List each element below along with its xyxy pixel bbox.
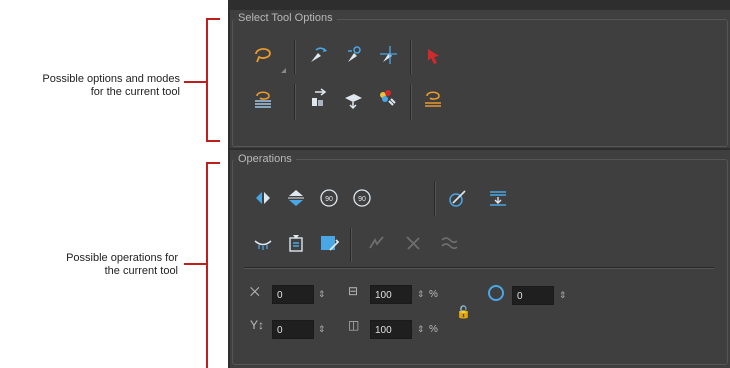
select-tool-options-frame: [232, 19, 728, 147]
select-tool-options-title: Select Tool Options: [234, 12, 337, 24]
select-flip-icon[interactable]: [340, 86, 366, 112]
options-callout: Possible options and modes for the curre…: [42, 73, 180, 98]
tool-separator: [294, 84, 296, 120]
operations-fields-separator: [244, 267, 714, 269]
lasso-submenu-indicator[interactable]: [281, 68, 286, 73]
lasso-icon[interactable]: [250, 42, 276, 68]
merge-lines-icon[interactable]: [364, 230, 390, 256]
flip-horizontal-icon[interactable]: [250, 185, 276, 211]
svg-text:90: 90: [358, 196, 366, 203]
create-empty-drawing-icon[interactable]: [250, 230, 276, 256]
svg-text:90: 90: [325, 196, 333, 203]
height-spinner[interactable]: ⇕: [417, 324, 425, 335]
cut-lines-icon[interactable]: [400, 230, 426, 256]
height-field[interactable]: 100: [370, 320, 412, 339]
operations-callout-bracket-top: [206, 162, 220, 164]
y-position-spinner[interactable]: ⇕: [318, 324, 326, 335]
width-spinner[interactable]: ⇕: [417, 289, 425, 300]
select-tool-options-group: Select Tool Options: [230, 10, 730, 148]
width-field[interactable]: 100: [370, 285, 412, 304]
angle-icon: [488, 285, 504, 301]
options-callout-leader: [184, 81, 206, 83]
options-callout-bracket-top: [206, 18, 220, 20]
flip-vertical-icon[interactable]: [283, 185, 309, 211]
lasso-lines-icon[interactable]: [420, 86, 446, 112]
select-scale-icon[interactable]: [375, 42, 401, 68]
fill-selection-icon[interactable]: [316, 230, 342, 256]
y-position-field[interactable]: 0: [272, 320, 314, 339]
height-icon: ◫: [348, 318, 360, 332]
width-icon: ⊟: [348, 284, 359, 298]
lock-ratio-icon[interactable]: 🔓: [456, 305, 471, 319]
rotate-90-ccw-icon[interactable]: 90: [349, 185, 375, 211]
rotate-90-cw-icon[interactable]: 90: [316, 185, 342, 211]
lasso-layers-icon[interactable]: [250, 86, 276, 112]
operations-title: Operations: [234, 153, 296, 165]
select-rotate-icon[interactable]: [340, 42, 366, 68]
operations-group: Operations 90 90 ⨉ 0 ⇕ ⊟ 100 ⇕ % 🔓 0 ⇕ Y…: [230, 150, 730, 368]
x-position-field[interactable]: 0: [272, 285, 314, 304]
tool-separator: [410, 84, 412, 120]
options-callout-bracket-vertical: [206, 18, 208, 142]
tool-separator: [434, 182, 436, 216]
select-skew-icon[interactable]: [420, 42, 446, 68]
operations-callout-leader: [184, 263, 206, 265]
smooth-lines-icon[interactable]: [436, 230, 462, 256]
select-by-color-icon[interactable]: [305, 86, 331, 112]
y-position-icon: Y↕: [250, 318, 265, 332]
x-position-icon: ⨉: [250, 285, 260, 299]
tool-separator: [410, 40, 412, 74]
operations-callout-bracket-vertical: [206, 162, 208, 368]
flatten-icon[interactable]: [485, 185, 511, 211]
select-transform-icon[interactable]: [305, 42, 331, 68]
tool-separator: [294, 40, 296, 74]
angle-field[interactable]: 0: [512, 286, 554, 305]
width-unit: %: [429, 289, 438, 300]
pick-color-icon[interactable]: [445, 185, 471, 211]
tool-separator: [350, 228, 352, 262]
height-unit: %: [429, 324, 438, 335]
color-link-icon[interactable]: [375, 86, 401, 112]
x-position-spinner[interactable]: ⇕: [318, 289, 326, 300]
angle-spinner[interactable]: ⇕: [559, 290, 567, 301]
operations-callout: Possible operations for the current tool: [66, 252, 178, 277]
store-drawing-icon[interactable]: [283, 230, 309, 256]
options-callout-bracket-bottom: [206, 140, 220, 142]
